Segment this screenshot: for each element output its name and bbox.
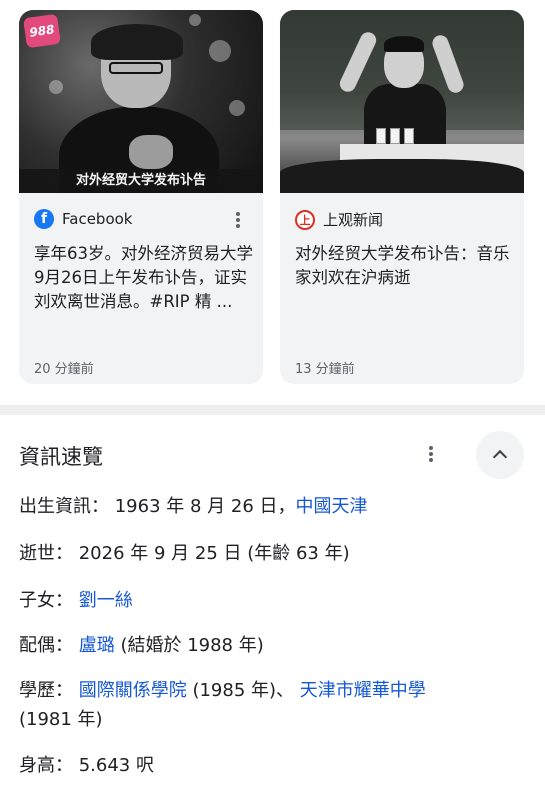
fact-spouse: 配偶： 盧璐 (結婚於 1988 年) xyxy=(19,631,264,660)
bokeh-light xyxy=(229,100,245,116)
fact-children: 子女： 劉一絲 xyxy=(19,586,133,615)
news-thumbnail[interactable]: 988 对外经贸大学发布讣告 xyxy=(19,10,263,193)
shangguan-news-icon: 上 xyxy=(295,209,315,230)
fact-value: 2026 年 9 月 25 日 (年齡 63 年) xyxy=(73,543,350,564)
collapse-button[interactable] xyxy=(476,431,524,479)
fact-label: 身高： xyxy=(19,755,73,776)
news-source: 上 上观新闻 xyxy=(295,209,383,230)
bokeh-light xyxy=(49,80,63,94)
fact-label: 學歷： xyxy=(19,680,73,701)
fact-death: 逝世： 2026 年 9 月 25 日 (年齡 63 年) xyxy=(19,539,350,568)
school-link[interactable]: 天津市耀華中學 xyxy=(300,680,426,701)
birthplace-link[interactable]: 中國天津 xyxy=(296,496,368,517)
news-source: f Facebook xyxy=(34,209,132,229)
fact-education: 學歷： 國際關係學院 (1985 年)、 天津市耀華中學 (1981 年) xyxy=(19,676,529,734)
fact-label: 配偶： xyxy=(19,635,73,656)
school-link[interactable]: 國際關係學院 xyxy=(79,680,187,701)
fact-label: 出生資訊： xyxy=(19,496,109,517)
fact-value: (1981 年) xyxy=(19,709,103,730)
child-link[interactable]: 劉一絲 xyxy=(79,590,133,611)
photo-person-hair xyxy=(384,36,424,52)
fact-height: 身高： 5.643 呎 xyxy=(19,751,154,780)
chevron-up-icon xyxy=(492,449,508,465)
photo-cup xyxy=(390,128,400,144)
source-name: Facebook xyxy=(62,210,133,228)
photo-cup xyxy=(376,128,386,144)
fact-birth: 出生資訊： 1963 年 8 月 26 日，中國天津 xyxy=(19,492,368,521)
photo-audience xyxy=(280,159,524,193)
bokeh-light xyxy=(189,14,201,26)
news-timestamp: 20 分鐘前 xyxy=(34,362,94,377)
thumbnail-caption: 对外经贸大学发布讣告 xyxy=(19,169,263,193)
fact-value: 5.643 呎 xyxy=(73,755,154,776)
photo-person-glasses xyxy=(109,62,163,74)
channel-logo: 988 xyxy=(23,13,61,49)
news-headline[interactable]: 享年63岁。对外经济贸易大学9月26日上午发布讣告，证实刘欢离世消息。#RIP … xyxy=(34,242,254,314)
photo-person-hand xyxy=(129,135,173,169)
news-carousel: 988 对外经贸大学发布讣告 f Facebook 享年63岁。对外经济贸易大学… xyxy=(0,0,545,398)
more-options-icon[interactable] xyxy=(424,445,438,463)
photo-person-hat xyxy=(91,24,183,60)
fact-value: (1985 年)、 xyxy=(186,680,300,701)
more-options-icon[interactable] xyxy=(231,211,245,229)
news-headline[interactable]: 对外经贸大学发布讣告：音乐家刘欢在沪病逝 xyxy=(295,242,515,290)
info-panel-header: 資訊速覽 xyxy=(0,415,545,487)
source-name: 上观新闻 xyxy=(323,211,384,229)
fact-value: (結婚於 1988 年) xyxy=(114,635,264,656)
facebook-icon: f xyxy=(34,209,54,229)
news-thumbnail[interactable] xyxy=(280,10,524,193)
news-card[interactable]: 988 对外经贸大学发布讣告 f Facebook 享年63岁。对外经济贸易大学… xyxy=(19,10,263,384)
fact-label: 子女： xyxy=(19,590,73,611)
bokeh-light xyxy=(209,40,231,62)
news-card[interactable]: 上 上观新闻 对外经贸大学发布讣告：音乐家刘欢在沪病逝 13 分鐘前 xyxy=(280,10,524,384)
section-divider xyxy=(0,405,545,415)
spouse-link[interactable]: 盧璐 xyxy=(79,635,115,656)
news-timestamp: 13 分鐘前 xyxy=(295,362,355,377)
photo-cup xyxy=(404,128,414,144)
fact-label: 逝世： xyxy=(19,543,73,564)
fact-value: 1963 年 8 月 26 日， xyxy=(109,496,296,517)
info-panel-title: 資訊速覽 xyxy=(19,445,103,469)
